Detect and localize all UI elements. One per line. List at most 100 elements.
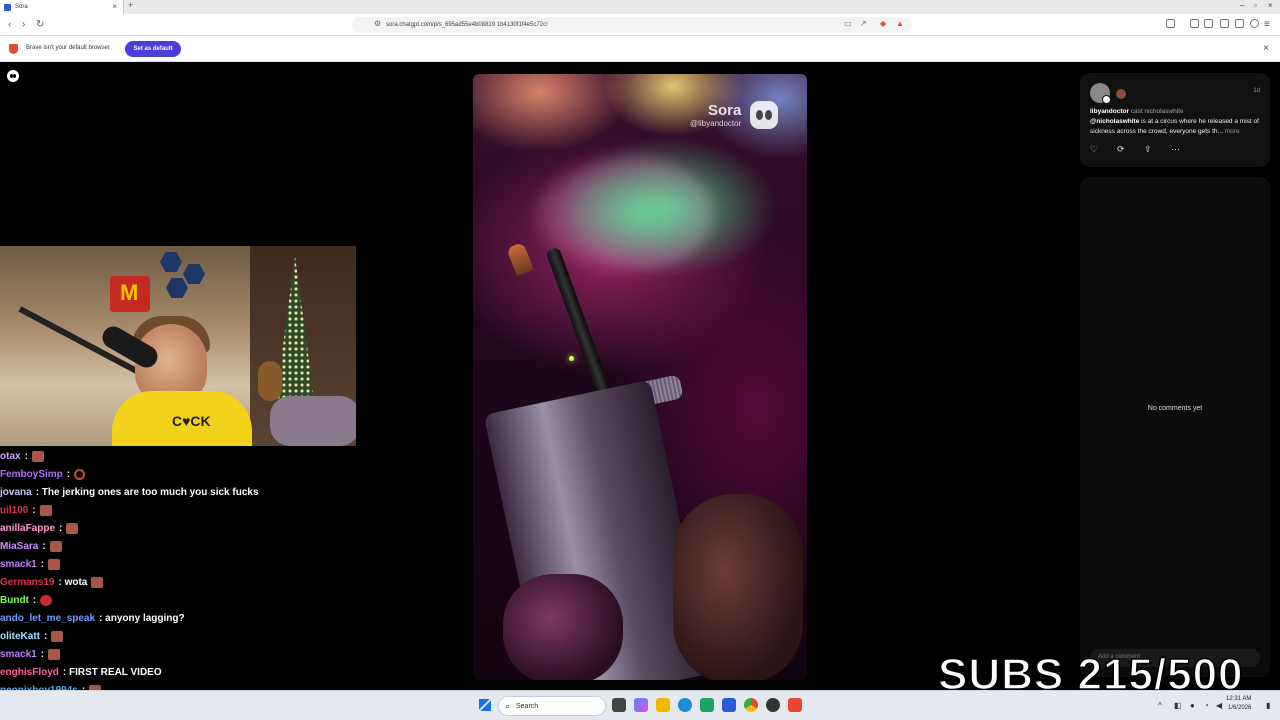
chat-username[interactable]: uil100 [0, 505, 28, 516]
hand-left [503, 574, 623, 680]
chat-text: : [59, 522, 63, 534]
chat-text: : [66, 468, 71, 480]
chat-username[interactable]: FemboySimp [0, 469, 63, 480]
copilot-icon[interactable] [634, 698, 648, 712]
brave-shields-icon[interactable]: ◆ [880, 19, 886, 28]
window-close-icon[interactable]: × [1268, 1, 1273, 10]
task-view-icon[interactable] [612, 698, 626, 712]
webcam-overlay: C♥CK [0, 246, 356, 446]
sidebar-icon[interactable] [1166, 19, 1175, 28]
back-icon[interactable]: ‹ [8, 19, 11, 30]
reading-list-icon[interactable] [1204, 19, 1213, 28]
chat-username[interactable]: Germans19 [0, 577, 54, 588]
vpn-icon[interactable] [1250, 19, 1259, 28]
install-icon[interactable]: ▭ [844, 19, 852, 28]
tray-volume-icon[interactable]: ◀ [1216, 701, 1222, 710]
chat-emote-icon [51, 630, 64, 642]
sora-watermark-icon [750, 101, 778, 129]
brave-rewards-icon[interactable]: ▲ [896, 19, 904, 28]
tab-sora[interactable]: Sora × [0, 0, 124, 14]
sora-logo-icon[interactable] [7, 70, 19, 82]
chat-message: Bundt: [0, 592, 53, 608]
brave-taskbar-icon[interactable] [788, 698, 802, 712]
taskbar-clock[interactable]: 12:31 AM 1/6/2026 [1226, 695, 1251, 713]
chat-emote-icon [40, 594, 53, 606]
store-icon[interactable] [700, 698, 714, 712]
address-bar[interactable]: ⚙ sora.chatgpt.com/p/s_695ad55e4b08819 1… [352, 17, 912, 33]
tray-app-icon[interactable]: ◧ [1174, 701, 1182, 710]
tray-mic-icon[interactable]: ● [1190, 701, 1195, 710]
chat-username[interactable]: smack1 [0, 649, 37, 660]
chat-text: : [40, 648, 45, 660]
chat-text: : [24, 450, 28, 462]
cam-shirt-print: C♥CK [172, 413, 211, 429]
post-username[interactable]: libyandoctor [1090, 108, 1129, 115]
post-info-card: 1d libyandoctor cast nicholaswhite @nich… [1080, 73, 1270, 167]
menu-icon[interactable]: ≡ [1264, 19, 1270, 30]
chat-username[interactable]: otax [0, 451, 21, 462]
set-as-default-button[interactable]: Set as default [125, 41, 181, 57]
file-explorer-icon[interactable] [656, 698, 670, 712]
media-icon[interactable] [1190, 19, 1199, 28]
site-info-icon[interactable]: ⚙ [374, 19, 381, 28]
notifications-icon[interactable]: ▮ [1266, 701, 1270, 710]
chat-text: : FIRST REAL VIDEO [62, 666, 162, 678]
chat-emote-icon [48, 558, 61, 570]
chat-username[interactable]: smack1 [0, 559, 37, 570]
heart-icon[interactable]: ♡ [1090, 144, 1098, 155]
chat-username[interactable]: Bundt [0, 595, 29, 606]
chrome-icon[interactable] [744, 698, 758, 712]
new-tab-button[interactable]: + [128, 0, 133, 10]
edge-icon[interactable] [678, 698, 692, 712]
post-time: 1d [1253, 88, 1260, 94]
tray-network-icon[interactable]: ◔ [1204, 701, 1209, 710]
obs-icon[interactable] [766, 698, 780, 712]
search-placeholder: Search [516, 702, 539, 710]
cam-guitar [258, 361, 282, 401]
video-player[interactable]: Sora @libyandoctor [473, 74, 807, 680]
chat-emote-icon [31, 450, 44, 462]
windows-start-icon[interactable] [479, 699, 491, 711]
browser-toolbar: ‹ › ↻ ⌑ ⚙ sora.chatgpt.com/p/s_695ad55e4… [0, 14, 1280, 36]
share-url-icon[interactable]: ↗ [860, 19, 867, 28]
reload-icon[interactable]: ↻ [36, 19, 44, 30]
chat-emote-icon [91, 576, 104, 588]
chat-text: : wota [58, 576, 88, 588]
post-mention[interactable]: @nicholaswhite [1090, 118, 1139, 125]
chat-username[interactable]: oliteKatt [0, 631, 40, 642]
chat-username[interactable]: jovana [0, 487, 32, 498]
chat-message: FemboySimp: [0, 466, 86, 482]
chat-username[interactable]: enghisFloyd [0, 667, 59, 678]
post-cast-text[interactable]: cast nicholaswhite [1131, 108, 1184, 115]
hand-right [673, 494, 803, 680]
tab-close-icon[interactable]: × [112, 2, 117, 11]
leo-ai-icon[interactable] [1235, 19, 1244, 28]
cameo-icon[interactable] [1116, 89, 1126, 99]
remix-icon[interactable]: ⟳ [1117, 144, 1125, 155]
brave-logo-icon [9, 44, 18, 54]
chat-message: otax: [0, 448, 44, 464]
share-icon[interactable]: ⇪ [1144, 144, 1152, 155]
mail-icon[interactable] [722, 698, 736, 712]
chat-message: jovana: The jerking ones are too much yo… [0, 484, 259, 500]
forward-icon[interactable]: › [22, 19, 25, 30]
more-icon[interactable]: ⋯ [1171, 144, 1180, 155]
cam-hex-panel [166, 278, 188, 298]
default-browser-infobar: Brave isn't your default browser Set as … [0, 36, 1280, 62]
infobar-close-icon[interactable]: × [1263, 43, 1269, 54]
taskbar-search-input[interactable]: ⌕ Search [498, 696, 606, 716]
maximize-icon[interactable]: ▫ [1254, 1, 1257, 10]
chat-username[interactable]: anillaFappe [0, 523, 55, 534]
chat-message: smack1: [0, 646, 61, 662]
avatar[interactable] [1090, 83, 1111, 104]
comments-panel: No comments yet Add a comment [1080, 177, 1270, 677]
watermark-user: @libyandoctor [690, 119, 742, 128]
chat-username[interactable]: ando_let_me_speak [0, 613, 95, 624]
extensions-icon[interactable] [1220, 19, 1229, 28]
tray-chevron-icon[interactable]: ^ [1158, 701, 1162, 710]
chat-message: enghisFloyd: FIRST REAL VIDEO [0, 664, 162, 680]
chat-text: : [32, 594, 37, 606]
more-link[interactable]: more [1225, 128, 1240, 135]
minimize-icon[interactable]: – [1240, 1, 1244, 10]
chat-username[interactable]: MiaSara [0, 541, 38, 552]
